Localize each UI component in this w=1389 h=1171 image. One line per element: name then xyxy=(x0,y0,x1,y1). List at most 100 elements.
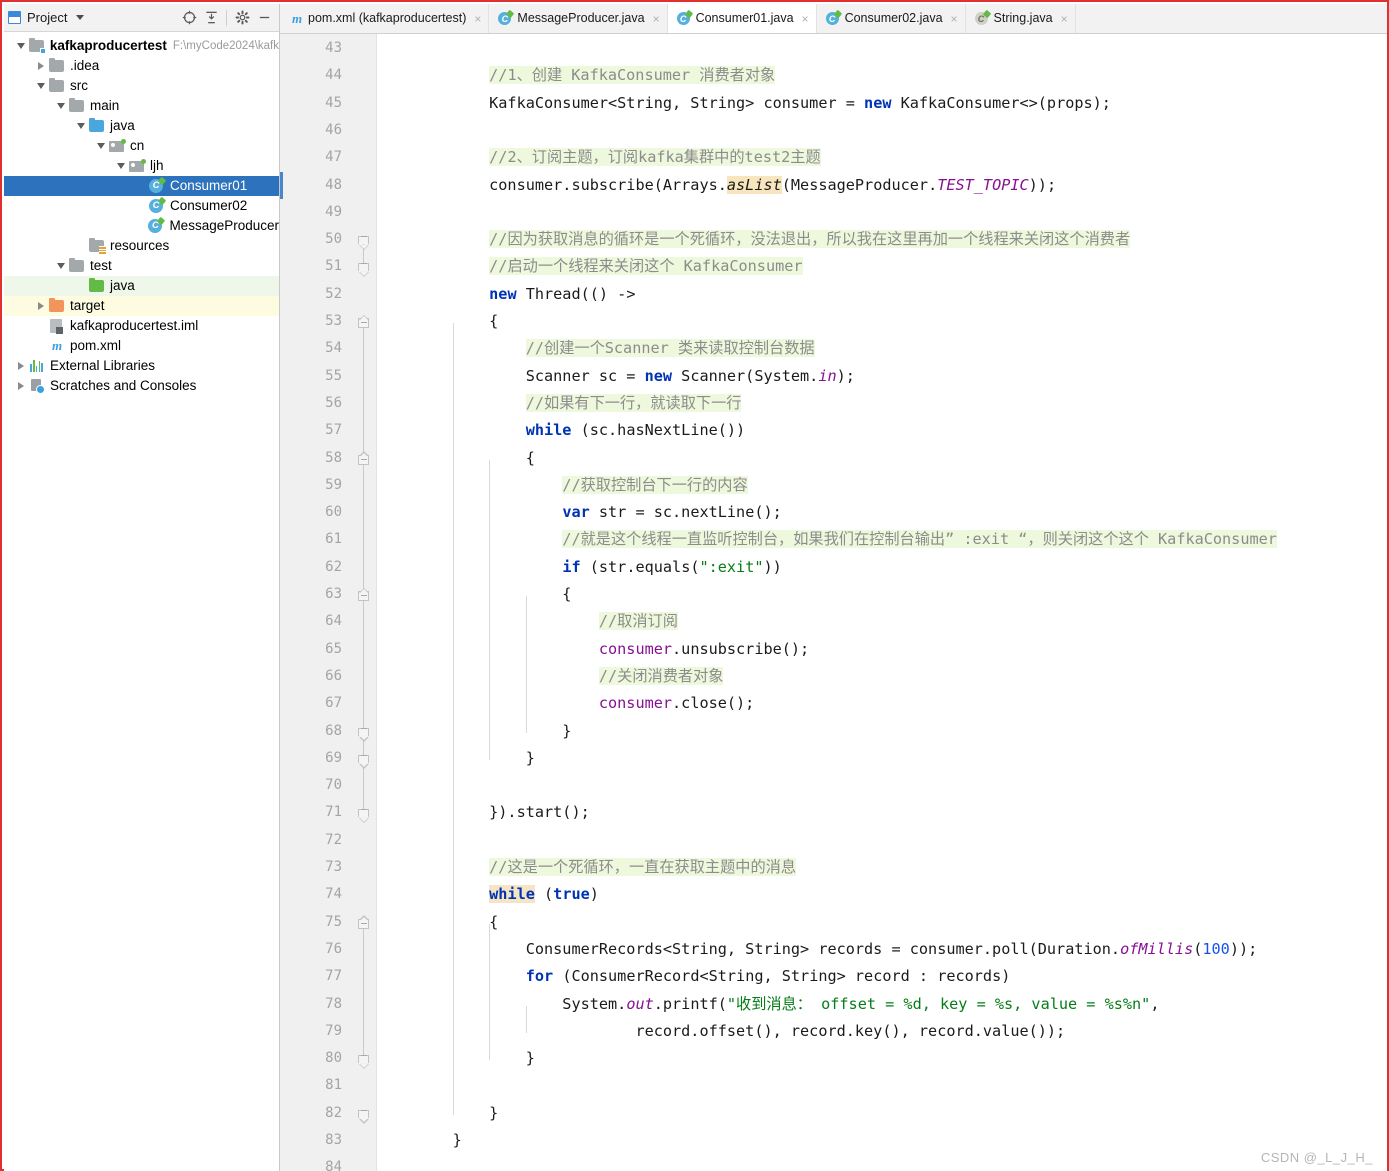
code-editor[interactable]: 43 44 45 46 47 48 49 50 51 52 53 54 55 56 57 58 59 60 61 62… xyxy=(280,34,1387,1171)
line-number[interactable]: 70 xyxy=(282,772,342,799)
code-line[interactable]: } xyxy=(377,1045,1387,1072)
tree-item-consumer02[interactable]: C Consumer02 xyxy=(4,196,279,216)
tree-item-ljh[interactable]: ljh xyxy=(4,156,279,176)
code-line[interactable]: KafkaConsumer<String, String> consumer =… xyxy=(377,90,1387,117)
locate-icon[interactable] xyxy=(178,7,200,29)
editor-tab-pom-xml-kafkaproducertest[interactable]: m pom.xml (kafkaproducertest) × xyxy=(280,4,490,33)
code-line[interactable]: //创建一个Scanner 类来读取控制台数据 xyxy=(377,335,1387,362)
line-number[interactable]: 61 xyxy=(282,526,342,553)
fold-end-icon[interactable] xyxy=(358,1052,369,1070)
line-number[interactable]: 59 xyxy=(282,472,342,499)
close-icon[interactable]: × xyxy=(1061,12,1068,26)
tree-twisty-expanded[interactable] xyxy=(14,39,28,53)
tree-item-idea[interactable]: .idea xyxy=(4,56,279,76)
line-number[interactable]: 62 xyxy=(282,554,342,581)
line-number[interactable]: 46 xyxy=(282,117,342,144)
tree-twisty-collapsed[interactable] xyxy=(14,379,28,393)
fold-end-icon[interactable] xyxy=(358,1107,369,1124)
editor-tab-string-java[interactable]: C String.java × xyxy=(966,4,1076,33)
code-line[interactable]: //就是这个线程一直监听控制台，如果我们在控制台输出” :exit “，则关闭这… xyxy=(377,526,1387,553)
editor-tab-bar[interactable]: m pom.xml (kafkaproducertest) × C MessagePro… xyxy=(280,4,1387,34)
code-line[interactable]: }).start(); xyxy=(377,799,1387,826)
code-line[interactable] xyxy=(377,35,1387,62)
code-line[interactable]: Scanner sc = new Scanner(System.in); xyxy=(377,363,1387,390)
line-number[interactable]: 67 xyxy=(282,690,342,717)
line-number[interactable]: 76 xyxy=(282,936,342,963)
tree-item-src[interactable]: src xyxy=(4,76,279,96)
line-number[interactable]: 66 xyxy=(282,663,342,690)
line-number[interactable]: 84 xyxy=(282,1154,342,1171)
tree-item-java[interactable]: java xyxy=(4,116,279,136)
editor-tab-messageproducer-java[interactable]: C MessageProducer.java × xyxy=(489,4,668,33)
code-text-area[interactable]: //1、创建 KafkaConsumer 消费者对象 KafkaConsumer… xyxy=(376,34,1387,1171)
line-number[interactable]: 69 xyxy=(282,745,342,772)
code-line[interactable]: consumer.close(); xyxy=(377,690,1387,717)
code-line[interactable] xyxy=(377,827,1387,854)
collapse-all-icon[interactable] xyxy=(200,7,222,29)
code-line[interactable]: //取消订阅 xyxy=(377,608,1387,635)
line-number[interactable]: 49 xyxy=(282,199,342,226)
code-line[interactable]: { xyxy=(377,308,1387,335)
line-number[interactable]: 63 xyxy=(282,581,342,608)
line-number[interactable]: 74 xyxy=(282,881,342,908)
code-line[interactable]: var str = sc.nextLine(); xyxy=(377,499,1387,526)
tree-item-messageproducer[interactable]: C MessageProducer xyxy=(4,216,279,236)
tree-twisty-expanded[interactable] xyxy=(94,139,108,153)
line-number[interactable]: 55 xyxy=(282,363,342,390)
tree-twisty-expanded[interactable] xyxy=(114,159,128,173)
code-line[interactable]: { xyxy=(377,909,1387,936)
fold-collapse-icon[interactable] xyxy=(358,915,369,929)
code-line[interactable]: ConsumerRecords<String, String> records … xyxy=(377,936,1387,963)
tree-item-cn[interactable]: cn xyxy=(4,136,279,156)
line-number[interactable]: 80 xyxy=(282,1045,342,1072)
line-number[interactable]: 82 xyxy=(282,1100,342,1127)
code-line[interactable]: System.out.printf("收到消息： offset = %d, ke… xyxy=(377,991,1387,1018)
code-line[interactable]: { xyxy=(377,445,1387,472)
tree-twisty-expanded[interactable] xyxy=(54,99,68,113)
code-line[interactable]: for (ConsumerRecord<String, String> reco… xyxy=(377,963,1387,990)
line-number[interactable]: 71 xyxy=(282,799,342,826)
line-number-gutter[interactable]: 43 44 45 46 47 48 49 50 51 52 53 54 55 56 57 58 59 60 61 62… xyxy=(280,34,350,1171)
code-line[interactable]: //如果有下一行，就读取下一行 xyxy=(377,390,1387,417)
code-line[interactable] xyxy=(377,1072,1387,1099)
project-view-selector[interactable]: Project xyxy=(8,10,85,25)
code-line[interactable]: } xyxy=(377,745,1387,772)
line-number[interactable]: 50 xyxy=(282,226,342,253)
fold-end-icon[interactable] xyxy=(358,233,369,251)
line-number[interactable]: 57 xyxy=(282,417,342,444)
tree-item-java[interactable]: java xyxy=(4,276,279,296)
close-icon[interactable]: × xyxy=(474,12,481,26)
line-number[interactable]: 56 xyxy=(282,390,342,417)
line-number[interactable]: 54 xyxy=(282,335,342,362)
tree-item-target[interactable]: target xyxy=(4,296,279,316)
line-number[interactable]: 75 xyxy=(282,909,342,936)
line-number[interactable]: 43 xyxy=(282,35,342,62)
line-number[interactable]: 79 xyxy=(282,1018,342,1045)
tree-twisty-expanded[interactable] xyxy=(54,259,68,273)
line-number[interactable]: 64 xyxy=(282,608,342,635)
tree-item-kafkaproducertest-iml[interactable]: kafkaproducertest.iml xyxy=(4,316,279,336)
tree-twisty-collapsed[interactable] xyxy=(34,59,48,73)
line-number[interactable]: 77 xyxy=(282,963,342,990)
hide-panel-icon[interactable] xyxy=(253,7,275,29)
code-line[interactable]: consumer.unsubscribe(); xyxy=(377,636,1387,663)
code-line[interactable]: consumer.subscribe(Arrays.asList(Message… xyxy=(377,172,1387,199)
line-number[interactable]: 81 xyxy=(282,1072,342,1099)
code-line[interactable]: if (str.equals(":exit")) xyxy=(377,554,1387,581)
tree-twisty-collapsed[interactable] xyxy=(14,359,28,373)
line-number[interactable]: 83 xyxy=(282,1127,342,1154)
project-tree[interactable]: kafkaproducertest F:\myCode2024\kafk .idea… xyxy=(4,32,279,396)
code-line[interactable]: //这是一个死循环，一直在获取主题中的消息 xyxy=(377,854,1387,881)
line-number[interactable]: 48 xyxy=(282,172,342,199)
code-line[interactable]: { xyxy=(377,581,1387,608)
gear-icon[interactable] xyxy=(231,7,253,29)
line-number[interactable]: 73 xyxy=(282,854,342,881)
line-number[interactable]: 72 xyxy=(282,827,342,854)
editor-tab-consumer02-java[interactable]: C Consumer02.java × xyxy=(817,4,966,33)
line-number[interactable]: 53 xyxy=(282,308,342,335)
tree-item-resources[interactable]: resources xyxy=(4,236,279,256)
code-line[interactable] xyxy=(377,772,1387,799)
code-line[interactable] xyxy=(377,199,1387,226)
close-icon[interactable]: × xyxy=(802,12,809,26)
code-line[interactable] xyxy=(377,1154,1387,1171)
